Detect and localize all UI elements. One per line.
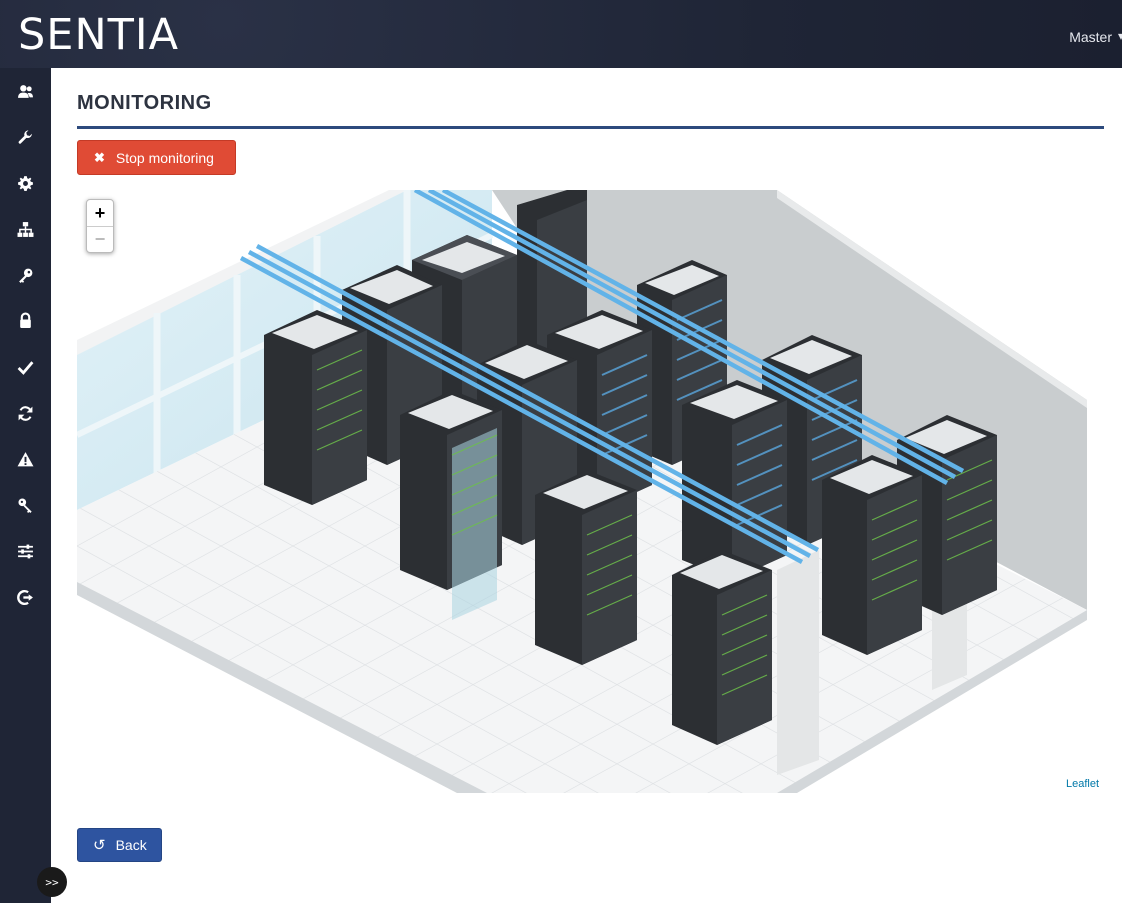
sidebar-item-key[interactable] <box>0 255 51 295</box>
key-icon <box>19 268 33 283</box>
stop-monitoring-button[interactable]: ✖ Stop monitoring <box>77 140 236 175</box>
caret-down-icon: ▾ <box>1117 29 1122 43</box>
zoom-control: + − <box>86 199 114 253</box>
back-label: Back <box>115 837 147 853</box>
title-divider <box>77 126 1104 129</box>
sitemap-icon <box>17 221 34 237</box>
undo-icon: ↺ <box>93 837 106 854</box>
sliders-icon <box>18 544 33 558</box>
check-icon <box>17 360 34 375</box>
leaflet-attribution-link[interactable]: Leaflet <box>1066 778 1099 790</box>
user-menu[interactable]: Master ▾ <box>1069 29 1122 45</box>
refresh-icon <box>18 405 33 421</box>
sidebar-item-sync[interactable] <box>0 393 51 433</box>
sidebar-item-alerts[interactable] <box>0 439 51 479</box>
stop-monitoring-label: Stop monitoring <box>115 149 214 166</box>
sidebar-item-logout[interactable] <box>0 577 51 617</box>
sidebar-item-configuration[interactable] <box>0 531 51 571</box>
lock-icon <box>20 312 31 328</box>
keys-icon <box>18 497 32 513</box>
users-icon <box>18 84 33 98</box>
sidebar-item-tools[interactable] <box>0 117 51 157</box>
back-button[interactable]: ↺ Back <box>77 828 162 862</box>
server-room-illustration <box>77 190 1087 793</box>
gear-icon <box>18 175 33 191</box>
sidebar-item-hierarchy[interactable] <box>0 209 51 249</box>
top-bar: SENTIA Master ▾ <box>0 0 1122 68</box>
wrench-icon <box>18 129 32 144</box>
sidebar-item-keys[interactable] <box>0 485 51 525</box>
sidebar-expander-button[interactable]: >> <box>37 867 67 897</box>
sidebar-item-settings[interactable] <box>0 163 51 203</box>
zoom-out-button[interactable]: − <box>87 226 113 252</box>
monitoring-map[interactable]: + − Leaflet <box>77 190 1104 793</box>
sidebar <box>0 68 51 903</box>
page-title: MONITORING <box>77 92 212 114</box>
zoom-in-button[interactable]: + <box>87 200 113 226</box>
sign-out-icon <box>17 589 33 605</box>
sidebar-item-validation[interactable] <box>0 347 51 387</box>
sidebar-item-security[interactable] <box>0 300 51 340</box>
brand-logo[interactable]: SENTIA <box>18 12 179 58</box>
warning-icon <box>17 451 34 466</box>
close-icon: ✖ <box>94 149 105 165</box>
user-name: Master <box>1069 29 1112 45</box>
sidebar-item-users[interactable] <box>0 71 51 111</box>
